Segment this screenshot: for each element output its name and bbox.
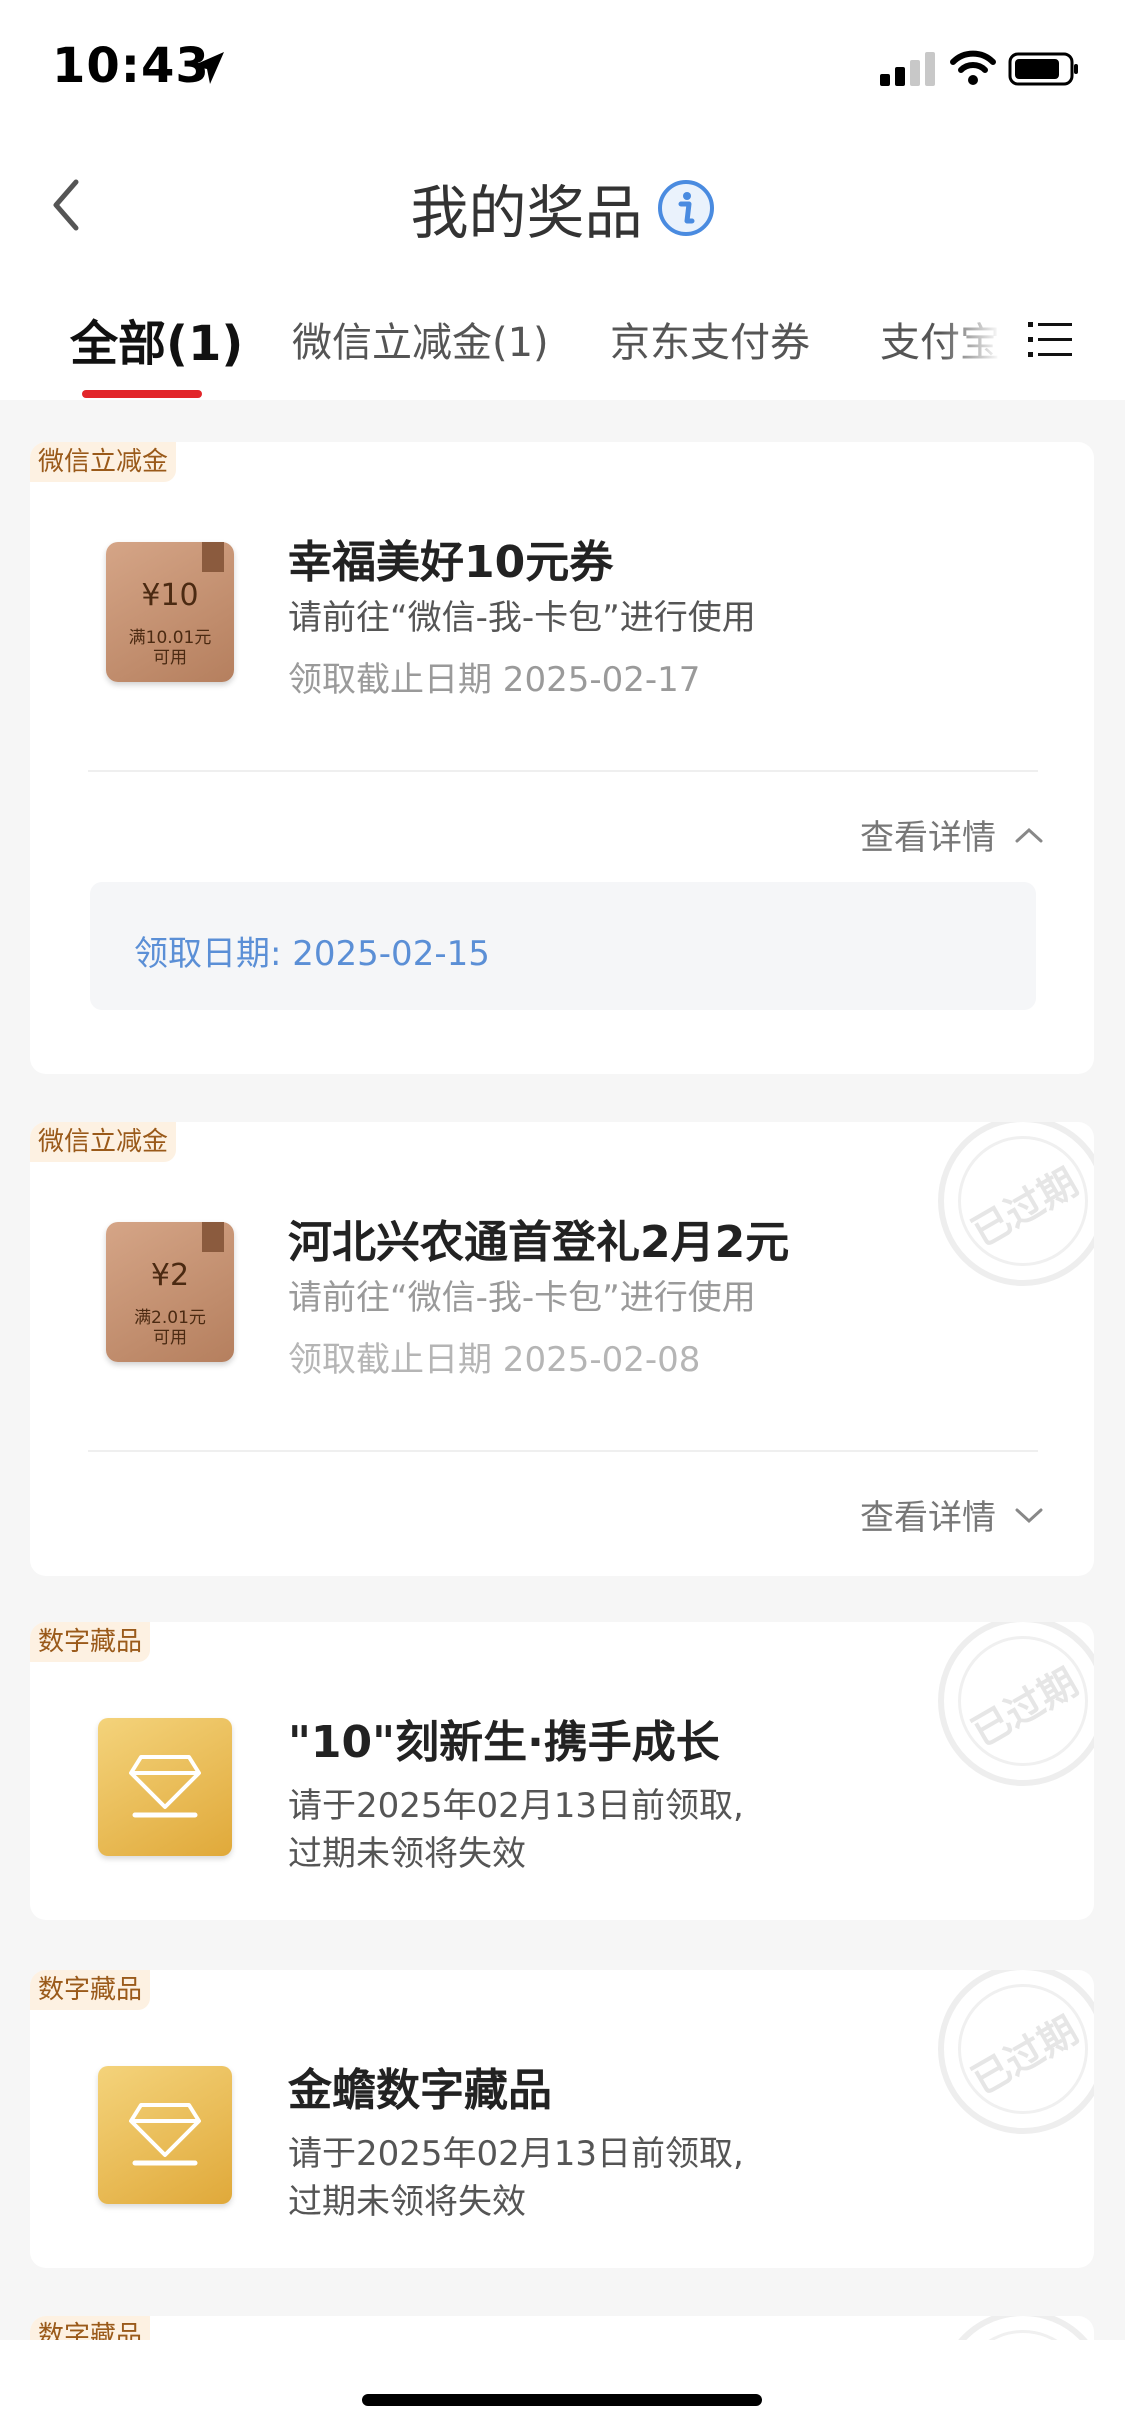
tab-fade	[940, 280, 1000, 400]
location-arrow-icon	[192, 52, 224, 84]
prize-expiry-note: 过期未领将失效	[288, 1834, 526, 1874]
tab-bar: 全部(1) 微信立减金(1) 京东支付券 支付宝	[0, 280, 1125, 400]
prize-type-tag: 数字藏品	[30, 1622, 151, 1662]
diamond-icon	[129, 1755, 201, 1818]
coupon-condition: 满10.01元 可用	[106, 628, 234, 668]
view-details-label: 查看详情	[860, 1498, 996, 1538]
expired-stamp: 已过期	[938, 1122, 1094, 1286]
list-menu-icon[interactable]	[1028, 318, 1072, 362]
wifi-icon	[950, 50, 996, 85]
view-details-button[interactable]: 查看详情	[860, 1490, 1044, 1539]
prize-card: 数字藏品 已过期 "10"刻新生·携手成长 请于2025年02月13日前领取, …	[30, 1622, 1094, 1920]
prize-usage: 请前往“微信-我-卡包”进行使用	[288, 1278, 756, 1318]
prize-expiry-note: 过期未领将失效	[288, 2182, 526, 2222]
status-bar: 10:43	[0, 0, 1125, 140]
prize-title: 幸福美好10元券	[288, 537, 614, 588]
receive-info-box: 领取日期: 2025-02-15	[90, 882, 1036, 1010]
expired-stamp: 已过期	[938, 1622, 1094, 1786]
coupon-usable: 可用	[153, 648, 187, 668]
digital-collectible-icon	[98, 1718, 232, 1856]
chevron-up-icon	[1015, 827, 1043, 842]
active-tab-indicator	[82, 390, 202, 398]
prize-type-tag: 微信立减金	[30, 442, 177, 482]
view-details-button[interactable]: 查看详情	[860, 810, 1044, 859]
home-indicator	[362, 2394, 762, 2406]
prize-deadline: 领取截止日期 2025-02-08	[288, 1340, 701, 1380]
battery-icon	[1008, 52, 1078, 86]
divider	[88, 770, 1038, 772]
coupon-threshold: 满2.01元	[134, 1308, 206, 1328]
coupon-usable: 可用	[153, 1328, 187, 1348]
digital-collectible-icon	[98, 2066, 232, 2204]
prize-claim-deadline: 请于2025年02月13日前领取,	[288, 2134, 744, 2174]
coupon-ribbon-icon	[202, 542, 224, 572]
tab-all[interactable]: 全部(1)	[70, 304, 243, 374]
coupon-threshold: 满10.01元	[128, 628, 212, 648]
coupon-thumbnail: ¥2 满2.01元 可用	[106, 1222, 234, 1362]
prize-usage: 请前往“微信-我-卡包”进行使用	[288, 598, 756, 638]
prize-title: 金蟾数字藏品	[288, 2065, 552, 2116]
tab-wechat-cashback[interactable]: 微信立减金(1)	[292, 310, 549, 368]
page-title: 我的奖品	[410, 179, 643, 247]
tab-jd-pay-coupon[interactable]: 京东支付券	[610, 310, 810, 368]
navigation-bar: 我的奖品	[0, 140, 1125, 270]
prize-type-tag: 数字藏品	[30, 1970, 151, 2010]
coupon-condition: 满2.01元 可用	[106, 1308, 234, 1348]
coupon-amount: ¥10	[141, 578, 199, 613]
view-details-label: 查看详情	[860, 818, 996, 858]
prize-type-tag: 微信立减金	[30, 1122, 177, 1162]
home-indicator-area	[0, 2340, 1125, 2436]
prize-title: 河北兴农通首登礼2月2元	[288, 1217, 790, 1268]
diamond-icon	[129, 2103, 201, 2166]
prize-claim-deadline: 请于2025年02月13日前领取,	[288, 1786, 744, 1826]
prize-deadline: 领取截止日期 2025-02-17	[288, 660, 701, 700]
prize-title: "10"刻新生·携手成长	[288, 1717, 720, 1768]
coupon-thumbnail: ¥10 满10.01元 可用	[106, 542, 234, 682]
coupon-amount: ¥2	[150, 1258, 190, 1293]
receive-date: 领取日期: 2025-02-15	[134, 934, 490, 974]
status-time: 10:43	[52, 38, 210, 94]
expired-stamp: 已过期	[938, 1970, 1094, 2134]
divider	[88, 1450, 1038, 1452]
chevron-down-icon	[1015, 1508, 1043, 1523]
cellular-signal-icon	[880, 52, 935, 86]
prize-card: 微信立减金 ¥10 满10.01元 可用 幸福美好10元券 请前往“微信-我-卡…	[30, 442, 1094, 1074]
info-icon[interactable]	[657, 179, 715, 237]
prize-card: 数字藏品 已过期 金蟾数字藏品 请于2025年02月13日前领取, 过期未领将失…	[30, 1970, 1094, 2268]
coupon-ribbon-icon	[202, 1222, 224, 1252]
prize-card: 微信立减金 已过期 ¥2 满2.01元 可用 河北兴农通首登礼2月2元 请前往“…	[30, 1122, 1094, 1576]
